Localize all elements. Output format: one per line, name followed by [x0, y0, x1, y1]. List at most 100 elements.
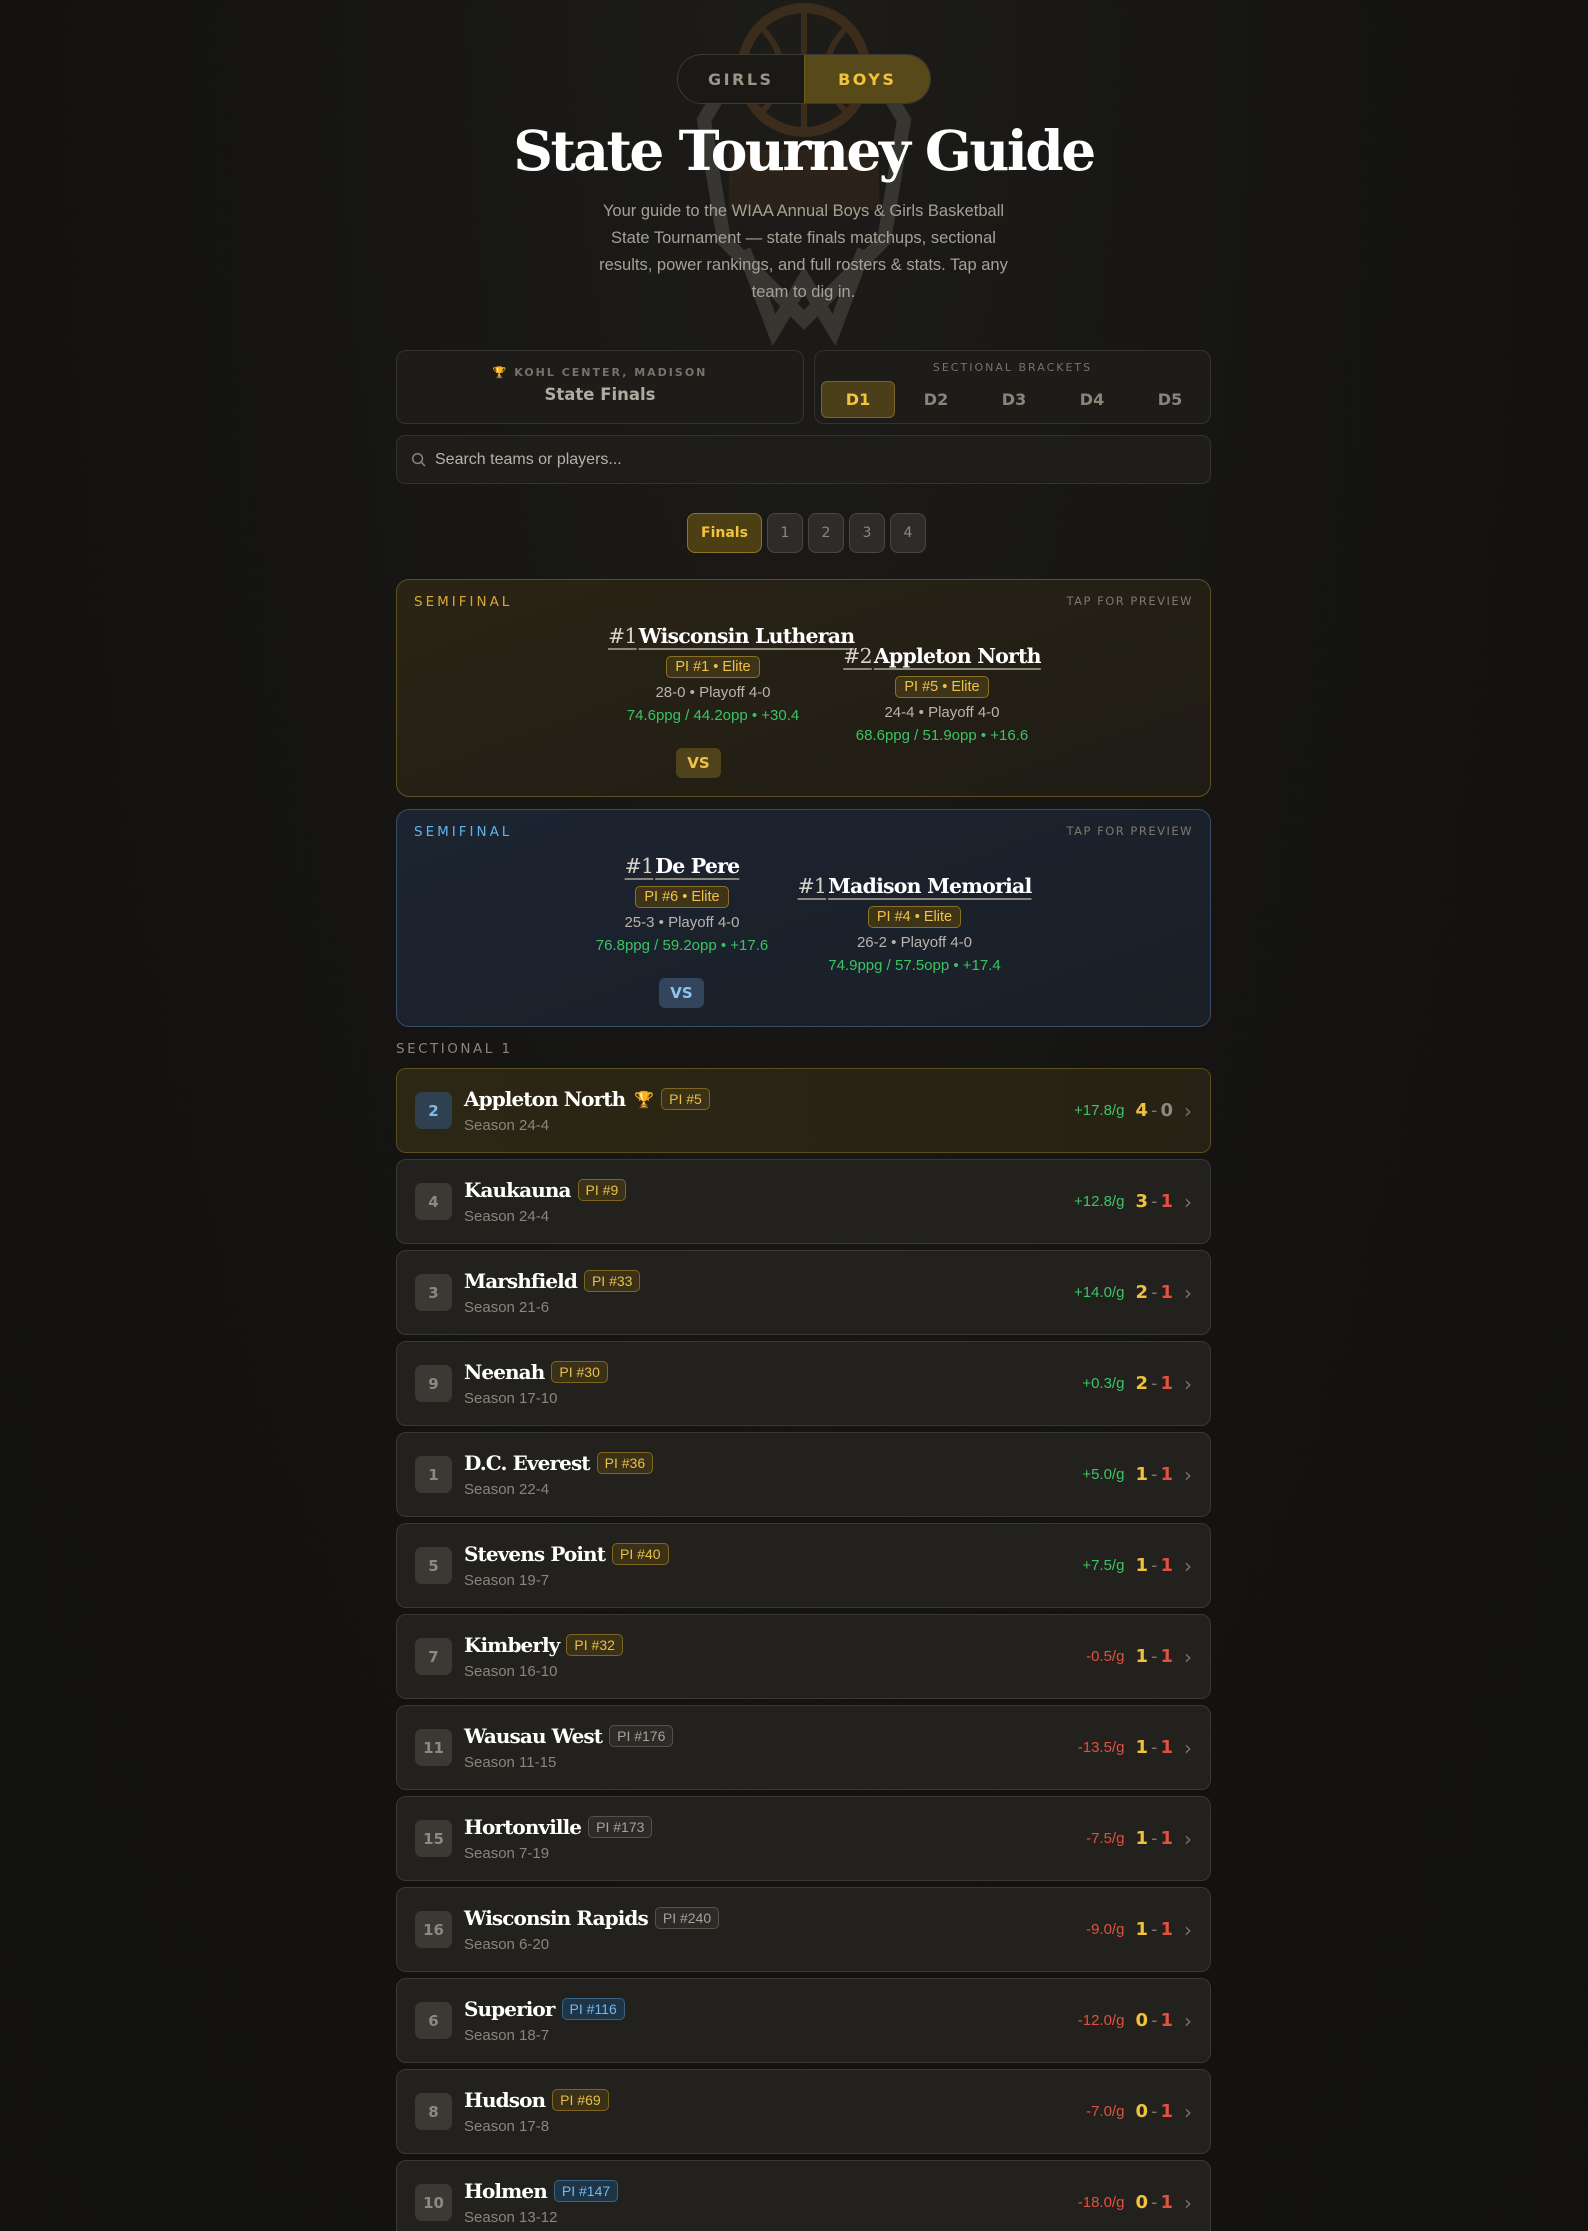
playoff-summary: -9.0/g 1-1 › [1086, 1888, 1192, 1971]
semifinal-team[interactable]: #1De Pere PI #6 • Elite 25-3 • Playoff 4… [577, 854, 787, 954]
division-tab-d2[interactable]: D2 [899, 381, 973, 418]
division-tab-d5[interactable]: D5 [1133, 381, 1207, 418]
team-title: Wausau West PI #176 [464, 1724, 674, 1748]
power-index-badge: PI #4 • Elite [867, 906, 962, 928]
power-index-badge: PI #176 [609, 1725, 674, 1747]
power-index-badge: PI #6 • Elite [635, 886, 729, 908]
season-record: Season 11-15 [464, 1754, 557, 1771]
team-name: Holmen [464, 2179, 548, 2203]
chevron-right-icon: › [1184, 1462, 1192, 1487]
team-name: Appleton North [464, 1087, 626, 1111]
sectional-team-list: 2 Appleton North 🏆 PI #5 Season 24-4 +17.8/g 4… [396, 1068, 1211, 2231]
team-record: 24-4 • Playoff 4-0 [884, 704, 1000, 721]
semifinal-team[interactable]: #1Wisconsin Lutheran PI #1 • Elite 28-0 … [608, 624, 855, 724]
tap-for-preview: TAP FOR PREVIEW [1066, 824, 1193, 838]
team-title: Holmen PI #147 [464, 2179, 619, 2203]
record-separator: - [1150, 1191, 1158, 1212]
playoff-summary: +0.3/g 2-1 › [1082, 1342, 1192, 1425]
division-tab-d3[interactable]: D3 [977, 381, 1051, 418]
division-tabs: D1 D2 D3 D4 D5 [821, 381, 1207, 418]
team-row[interactable]: 11 Wausau West PI #176 Season 11-15 -13.5/g 1… [396, 1705, 1211, 1790]
team-row[interactable]: 3 Marshfield PI #33 Season 21-6 +14.0/g 2-1 › [396, 1250, 1211, 1335]
playoff-losses: 1 [1160, 1555, 1173, 1576]
playoff-summary: +12.8/g 3-1 › [1074, 1160, 1192, 1243]
team-row[interactable]: 1 D.C. Everest PI #36 Season 22-4 +5.0/g 1-1 › [396, 1432, 1211, 1517]
playoff-wins: 2 [1135, 1282, 1148, 1303]
team-row[interactable]: 15 Hortonville PI #173 Season 7-19 -7.5/g 1-1… [396, 1796, 1211, 1881]
venue-label: State Finals [544, 385, 656, 404]
semifinal-team[interactable]: #1Madison Memorial PI #4 • Elite 26-2 • … [797, 874, 1033, 974]
girls-tab[interactable]: GIRLS [678, 55, 804, 103]
chevron-right-icon: › [1184, 2099, 1192, 2124]
round-tab-4[interactable]: 4 [889, 513, 926, 553]
round-tab-2[interactable]: 2 [807, 513, 844, 553]
semifinal-card[interactable]: SEMIFINAL TAP FOR PREVIEW #1Wisconsin Lu… [396, 579, 1211, 797]
point-differential: +7.5/g [1082, 1557, 1125, 1574]
boys-tab[interactable]: BOYS [803, 55, 930, 103]
semifinal-card[interactable]: SEMIFINAL TAP FOR PREVIEW #1De Pere PI #… [396, 809, 1211, 1027]
team-record: 26-2 • Playoff 4-0 [856, 934, 973, 951]
vs-badge: VS [659, 978, 704, 1008]
team-row[interactable]: 10 Holmen PI #147 Season 13-12 -18.0/g 0-1 › [396, 2160, 1211, 2231]
team-name: #2Appleton North [843, 644, 1041, 668]
team-name: Neenah [464, 1360, 545, 1384]
team-row[interactable]: 2 Appleton North 🏆 PI #5 Season 24-4 +17.8/g 4… [396, 1068, 1211, 1153]
chevron-right-icon: › [1184, 1553, 1192, 1578]
season-record: Season 22-4 [464, 1481, 550, 1498]
semifinal-label: SEMIFINAL [414, 594, 513, 610]
playoff-record: 2-1 [1135, 1373, 1173, 1394]
team-name: Kimberly [464, 1633, 560, 1657]
power-index-badge: PI #33 [583, 1270, 641, 1292]
season-record: Season 6-20 [464, 1936, 550, 1953]
playoff-summary: -18.0/g 0-1 › [1078, 2161, 1192, 2231]
search-bar [396, 435, 1211, 484]
seed-badge: 5 [415, 1547, 452, 1584]
team-name: Hudson [464, 2088, 546, 2112]
chevron-right-icon: › [1184, 1826, 1192, 1851]
team-title: Kaukauna PI #9 [464, 1178, 627, 1202]
record-separator: - [1150, 1100, 1158, 1121]
team-row[interactable]: 8 Hudson PI #69 Season 17-8 -7.0/g 0-1 › [396, 2069, 1211, 2154]
playoff-wins: 0 [1135, 2101, 1148, 2122]
seed-badge: 10 [415, 2184, 452, 2221]
team-name: D.C. Everest [464, 1451, 591, 1475]
semifinal-team[interactable]: #2Appleton North PI #5 • Elite 24-4 • Pl… [837, 644, 1047, 744]
state-finals-button[interactable]: 🏆 KOHL CENTER, MADISON State Finals [396, 350, 804, 424]
team-row[interactable]: 6 Superior PI #116 Season 18-7 -12.0/g 0-1 › [396, 1978, 1211, 2063]
team-title: Marshfield PI #33 [464, 1269, 641, 1293]
power-index-badge: PI #173 [588, 1816, 653, 1838]
vs-badge: VS [676, 748, 721, 778]
team-row[interactable]: 9 Neenah PI #30 Season 17-10 +0.3/g 2-1 › [396, 1341, 1211, 1426]
team-row[interactable]: 16 Wisconsin Rapids PI #240 Season 6-20 -9.0… [396, 1887, 1211, 1972]
point-differential: -18.0/g [1077, 2194, 1125, 2211]
power-index-badge: PI #147 [553, 2180, 619, 2202]
seed-badge: 8 [415, 2093, 452, 2130]
round-tab-3[interactable]: 3 [848, 513, 885, 553]
playoff-summary: -12.0/g 0-1 › [1078, 1979, 1192, 2062]
team-row[interactable]: 5 Stevens Point PI #40 Season 19-7 +7.5/g 1-1… [396, 1523, 1211, 1608]
team-row[interactable]: 4 Kaukauna PI #9 Season 24-4 +12.8/g 3-1 › [396, 1159, 1211, 1244]
point-differential: -9.0/g [1086, 1921, 1125, 1938]
playoff-summary: +7.5/g 1-1 › [1082, 1524, 1192, 1607]
search-input[interactable] [435, 450, 1175, 469]
division-tab-d1[interactable]: D1 [821, 381, 895, 418]
chevron-right-icon: › [1184, 2190, 1192, 2215]
page-title: State Tourney Guide [513, 118, 1096, 183]
playoff-losses: 1 [1160, 2101, 1173, 2122]
team-row[interactable]: 7 Kimberly PI #32 Season 16-10 -0.5/g 1-1 › [396, 1614, 1211, 1699]
playoff-wins: 0 [1135, 2010, 1148, 2031]
round-tab-finals[interactable]: Finals [687, 513, 762, 553]
playoff-record: 0-1 [1135, 2101, 1173, 2122]
chevron-right-icon: › [1184, 1644, 1192, 1669]
playoff-losses: 1 [1160, 1737, 1173, 1758]
team-name: Stevens Point [464, 1542, 606, 1566]
team-title: Hudson PI #69 [464, 2088, 609, 2112]
playoff-losses: 1 [1160, 2010, 1173, 2031]
power-index-badge: PI #69 [552, 2089, 609, 2111]
division-tab-d4[interactable]: D4 [1055, 381, 1129, 418]
team-scoring: 76.8ppg / 59.2opp • +17.6 [595, 937, 769, 954]
point-differential: -13.5/g [1077, 1739, 1125, 1756]
chevron-right-icon: › [1184, 1189, 1192, 1214]
playoff-record: 1-1 [1135, 1737, 1173, 1758]
round-tab-1[interactable]: 1 [766, 513, 803, 553]
